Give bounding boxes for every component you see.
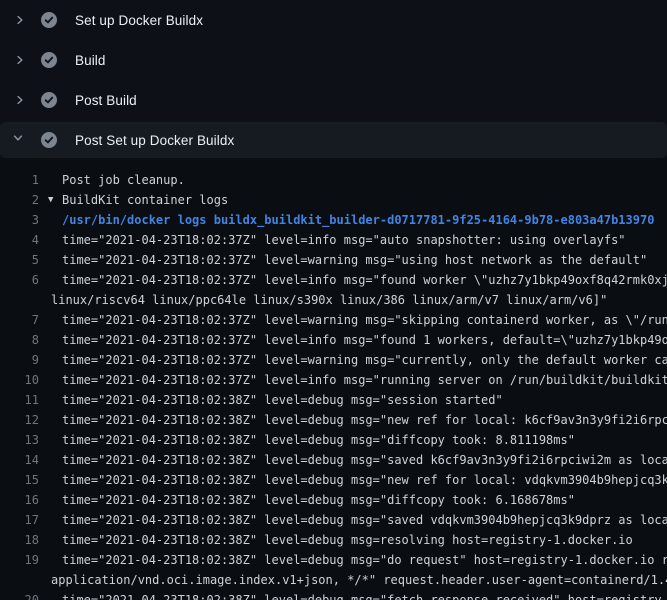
chevron-right-icon [12, 12, 28, 28]
line-number[interactable]: 2 [0, 190, 39, 210]
log-row: 6 time="2021-04-23T18:02:37Z" level=info… [0, 270, 667, 290]
log-text: time="2021-04-23T18:02:38Z" level=debug … [62, 470, 667, 490]
log-text: linux/riscv64 linux/ppc64le linux/s390x … [51, 290, 607, 310]
chevron-down-icon [12, 132, 28, 148]
log-text: time="2021-04-23T18:02:38Z" level=debug … [62, 390, 503, 410]
log-text: time="2021-04-23T18:02:37Z" level=info m… [62, 270, 667, 290]
line-number[interactable]: 8 [0, 330, 39, 350]
step-row[interactable]: Post Set up Docker Buildx [0, 122, 667, 158]
log-row: 5 time="2021-04-23T18:02:37Z" level=warn… [0, 250, 667, 270]
log-row: 13 time="2021-04-23T18:02:38Z" level=deb… [0, 430, 667, 450]
log-text: time="2021-04-23T18:02:38Z" level=debug … [62, 530, 633, 550]
log-text: Post job cleanup. [62, 170, 185, 190]
log-text: time="2021-04-23T18:02:37Z" level=info m… [62, 370, 667, 390]
log-row: application/vnd.oci.image.index.v1+json,… [0, 570, 667, 590]
line-number[interactable]: 16 [0, 490, 39, 510]
step-label: Post Build [75, 93, 137, 108]
log-text: time="2021-04-23T18:02:38Z" level=debug … [62, 490, 575, 510]
line-number[interactable]: 18 [0, 530, 39, 550]
log-row: 7 time="2021-04-23T18:02:37Z" level=warn… [0, 310, 667, 330]
log-text: application/vnd.oci.image.index.v1+json,… [51, 570, 667, 590]
log-row: 10 time="2021-04-23T18:02:37Z" level=inf… [0, 370, 667, 390]
log-text: time="2021-04-23T18:02:37Z" level=warnin… [62, 250, 647, 270]
step-label: Set up Docker Buildx [75, 13, 203, 28]
line-number[interactable]: 19 [0, 550, 39, 570]
chevron-right-icon [12, 52, 28, 68]
log-text: time="2021-04-23T18:02:38Z" level=debug … [62, 430, 575, 450]
log-text: time="2021-04-23T18:02:38Z" level=debug … [62, 410, 667, 430]
log-text: time="2021-04-23T18:02:37Z" level=warnin… [62, 310, 667, 330]
line-number[interactable]: 4 [0, 230, 39, 250]
line-number[interactable]: 7 [0, 310, 39, 330]
line-number[interactable]: 1 [0, 170, 39, 190]
group-toggle-icon[interactable]: ▼ [48, 190, 53, 210]
step-row[interactable]: Post Build [0, 80, 667, 120]
log-row: 3 /usr/bin/docker logs buildx_buildkit_b… [0, 210, 667, 230]
log-text: BuildKit container logs [62, 190, 228, 210]
line-number[interactable]: 3 [0, 210, 39, 230]
check-circle-icon [41, 52, 57, 68]
log-text: time="2021-04-23T18:02:38Z" level=debug … [62, 550, 667, 570]
check-circle-icon [41, 132, 57, 148]
log-text: time="2021-04-23T18:02:37Z" level=warnin… [62, 350, 667, 370]
check-circle-icon [41, 92, 57, 108]
step-label: Post Set up Docker Buildx [75, 133, 234, 148]
log-row: 15 time="2021-04-23T18:02:38Z" level=deb… [0, 470, 667, 490]
line-number[interactable]: 17 [0, 510, 39, 530]
log-text: time="2021-04-23T18:02:38Z" level=debug … [62, 450, 667, 470]
log-row: 12 time="2021-04-23T18:02:38Z" level=deb… [0, 410, 667, 430]
chevron-right-icon [12, 92, 28, 108]
log-text: time="2021-04-23T18:02:38Z" level=debug … [62, 590, 667, 600]
log-row: 16 time="2021-04-23T18:02:38Z" level=deb… [0, 490, 667, 510]
log-row: 14 time="2021-04-23T18:02:38Z" level=deb… [0, 450, 667, 470]
check-circle-icon [41, 12, 57, 28]
line-number[interactable]: 15 [0, 470, 39, 490]
line-number[interactable]: 5 [0, 250, 39, 270]
line-number[interactable]: 11 [0, 390, 39, 410]
line-number[interactable]: 9 [0, 350, 39, 370]
log-panel: 1 Post job cleanup. 2 ▼ BuildKit contain… [0, 158, 667, 600]
log-row: 4 time="2021-04-23T18:02:37Z" level=info… [0, 230, 667, 250]
log-row: 11 time="2021-04-23T18:02:38Z" level=deb… [0, 390, 667, 410]
log-row: 17 time="2021-04-23T18:02:38Z" level=deb… [0, 510, 667, 530]
line-number[interactable]: 12 [0, 410, 39, 430]
log-text: time="2021-04-23T18:02:37Z" level=info m… [62, 330, 667, 350]
log-text: time="2021-04-23T18:02:37Z" level=info m… [62, 230, 626, 250]
log-row: 8 time="2021-04-23T18:02:37Z" level=info… [0, 330, 667, 350]
steps-list: Set up Docker Buildx Build Post Build [0, 0, 667, 158]
line-number[interactable]: 20 [0, 590, 39, 600]
log-text: /usr/bin/docker logs buildx_buildkit_bui… [62, 210, 654, 230]
log-row: 19 time="2021-04-23T18:02:38Z" level=deb… [0, 550, 667, 570]
step-label: Build [75, 53, 106, 68]
line-number[interactable]: 6 [0, 270, 39, 290]
line-number[interactable]: 13 [0, 430, 39, 450]
step-row[interactable]: Set up Docker Buildx [0, 0, 667, 40]
log-row: 1 Post job cleanup. [0, 170, 667, 190]
log-text: time="2021-04-23T18:02:38Z" level=debug … [62, 510, 667, 530]
log-row: 20 time="2021-04-23T18:02:38Z" level=deb… [0, 590, 667, 600]
line-number[interactable]: 10 [0, 370, 39, 390]
log-row: linux/riscv64 linux/ppc64le linux/s390x … [0, 290, 667, 310]
log-row: 18 time="2021-04-23T18:02:38Z" level=deb… [0, 530, 667, 550]
log-row: 9 time="2021-04-23T18:02:37Z" level=warn… [0, 350, 667, 370]
line-number[interactable]: 14 [0, 450, 39, 470]
log-row: 2 ▼ BuildKit container logs [0, 190, 667, 210]
step-row[interactable]: Build [0, 40, 667, 80]
